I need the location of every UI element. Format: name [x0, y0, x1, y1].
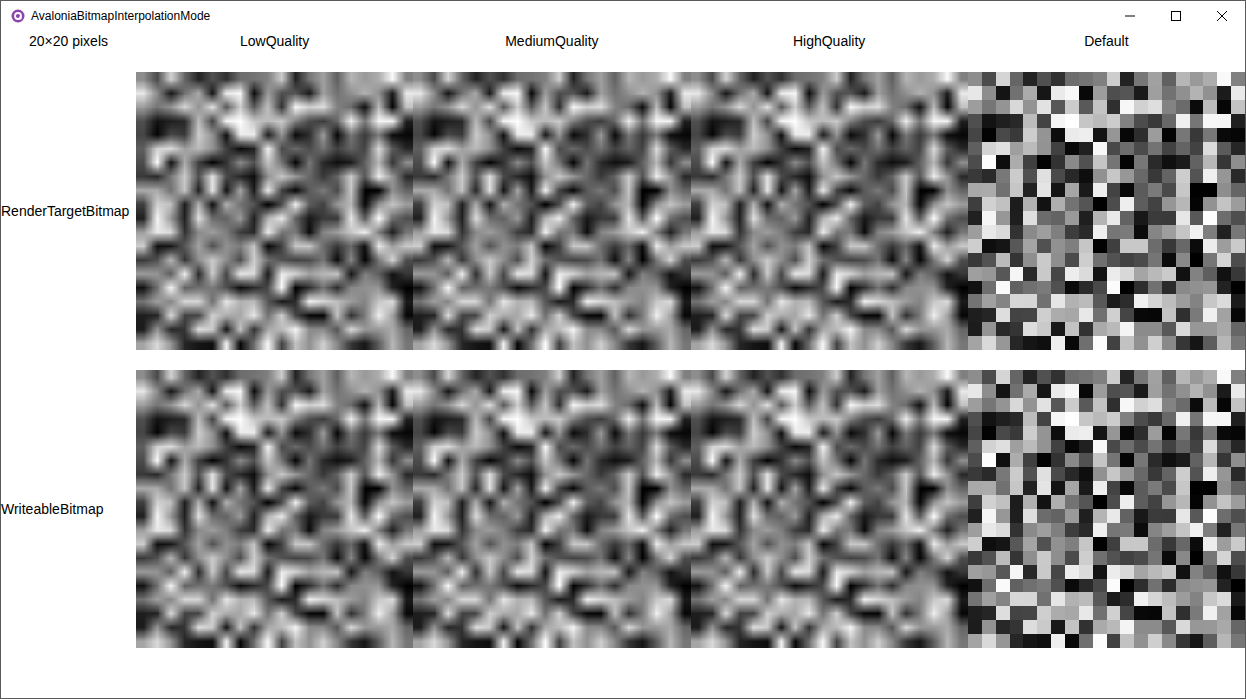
- bitmap-cell: [136, 72, 413, 350]
- app-window: AvaloniaBitmapInterpolationMode 20×20 pix…: [0, 0, 1246, 699]
- close-icon: [1217, 11, 1227, 21]
- column-header: Default: [968, 30, 1245, 52]
- bitmap-cell: [968, 72, 1245, 350]
- bitmap-image: [691, 370, 968, 648]
- bitmap-image: [413, 370, 690, 648]
- minimize-button[interactable]: [1107, 1, 1153, 30]
- maximize-button[interactable]: [1153, 1, 1199, 30]
- bitmap-cell: [968, 370, 1245, 648]
- bitmap-cell: [691, 370, 968, 648]
- bitmap-image: [136, 72, 413, 350]
- maximize-icon: [1171, 11, 1181, 21]
- title-bar: AvaloniaBitmapInterpolationMode: [1, 1, 1245, 30]
- row-header: RenderTargetBitmap: [1, 72, 136, 350]
- bitmap-image: [136, 370, 413, 648]
- minimize-icon: [1125, 11, 1135, 21]
- window-title: AvaloniaBitmapInterpolationMode: [31, 9, 210, 23]
- bitmap-cell: [691, 72, 968, 350]
- column-header: HighQuality: [691, 30, 968, 52]
- column-header: MediumQuality: [413, 30, 690, 52]
- avalonia-logo-icon: [11, 9, 25, 23]
- bitmap-image: [413, 72, 690, 350]
- bitmap-grid: 20×20 pixelsLowQualityMediumQualityHighQ…: [1, 30, 1245, 648]
- column-header: LowQuality: [136, 30, 413, 52]
- bitmap-image: [691, 72, 968, 350]
- corner-label: 20×20 pixels: [1, 30, 136, 52]
- bitmap-cell: [413, 370, 690, 648]
- bitmap-image: [968, 370, 1245, 648]
- bitmap-cell: [136, 370, 413, 648]
- row-header: WriteableBitmap: [1, 370, 136, 648]
- close-button[interactable]: [1199, 1, 1245, 30]
- bitmap-cell: [413, 72, 690, 350]
- bitmap-image: [968, 72, 1245, 350]
